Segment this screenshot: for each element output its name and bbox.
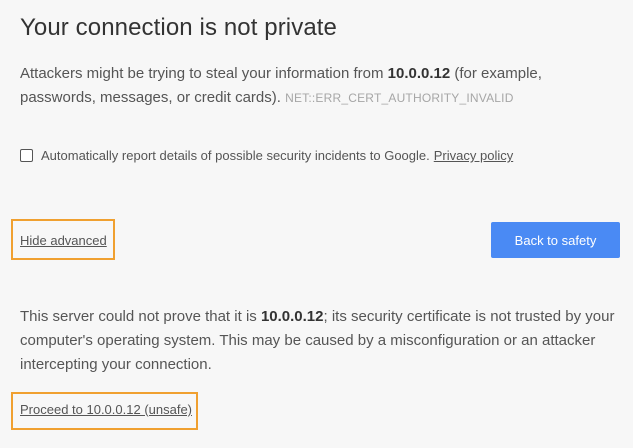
report-label: Automatically report details of possible… (41, 148, 430, 163)
intro-text-start: Attackers might be trying to steal your … (20, 65, 388, 82)
details-host: 10.0.0.12 (260, 308, 324, 325)
details-text: This server could not prove that it is 1… (20, 305, 620, 377)
page-title: Your connection is not private (20, 14, 337, 41)
back-to-safety-button[interactable]: Back to safety (491, 222, 620, 258)
privacy-policy-link[interactable]: Privacy policy (434, 148, 513, 163)
hide-advanced-link[interactable]: Hide advanced (20, 233, 107, 248)
report-row: Automatically report details of possible… (20, 148, 513, 163)
details-text-start: This server could not prove that it is (20, 308, 261, 325)
proceed-unsafe-link[interactable]: Proceed to 10.0.0.12 (unsafe) (20, 402, 192, 417)
intro-host: 10.0.0.12 (387, 65, 451, 82)
intro-text: Attackers might be trying to steal your … (20, 62, 620, 110)
error-code: NET::ERR_CERT_AUTHORITY_INVALID (285, 91, 514, 105)
report-checkbox[interactable] (20, 149, 33, 162)
